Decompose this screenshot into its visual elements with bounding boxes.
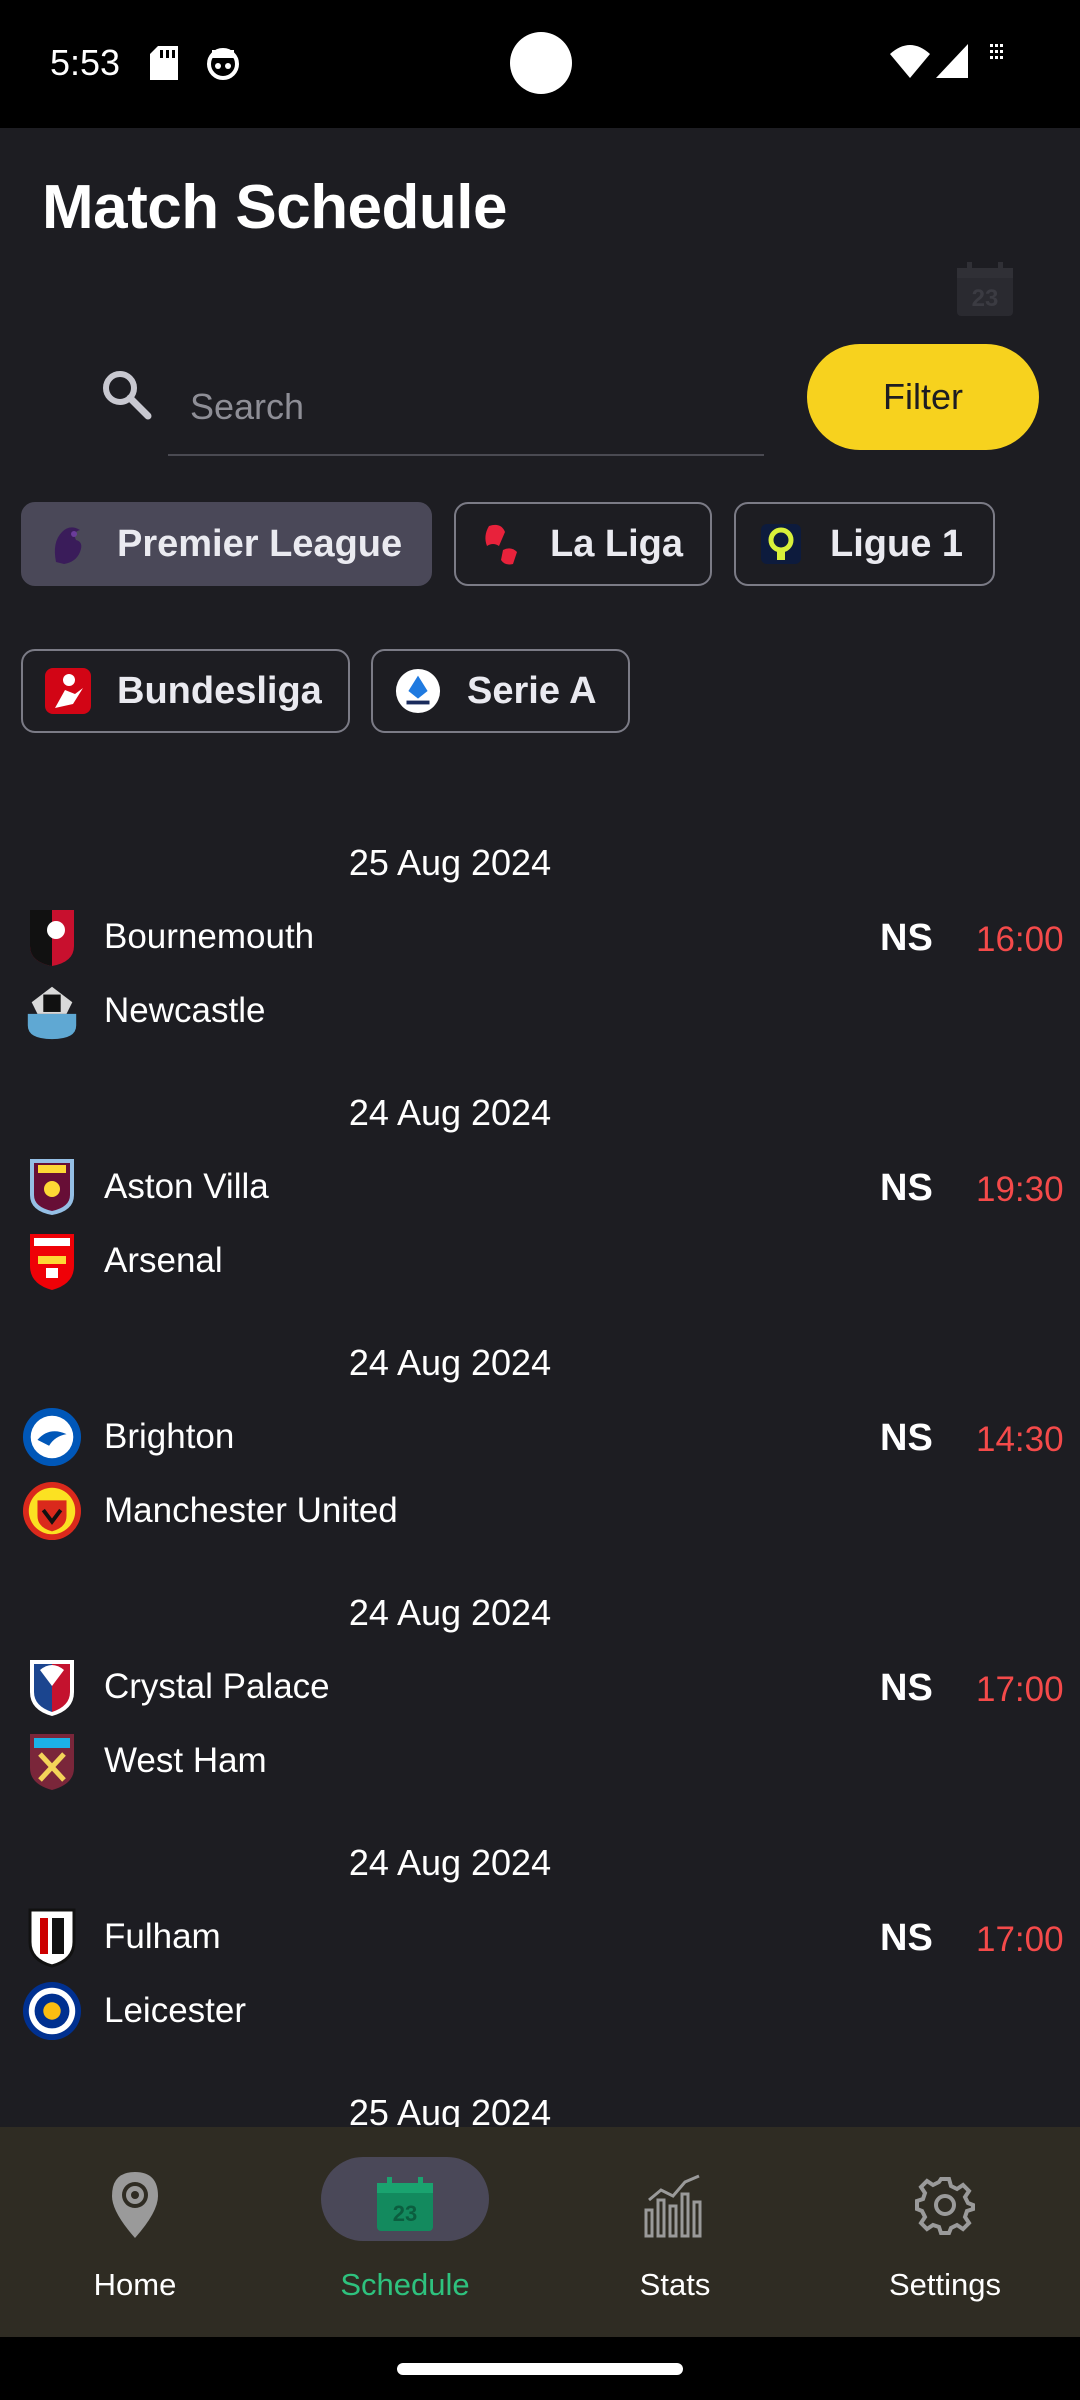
away-team-row: Leicester [22, 1978, 246, 2044]
match-date: 24 Aug 2024 [348, 1092, 552, 1133]
home-team-name: Fulham [104, 1917, 221, 1956]
match-status: NS [880, 1167, 933, 1209]
newcastle-crest-icon [22, 980, 82, 1042]
league-chip-label: Premier League [117, 522, 403, 565]
nav-stats-label: Stats [639, 2267, 711, 2302]
league-chip-premier-league[interactable]: Premier League [21, 502, 432, 586]
camera-cutout [510, 32, 572, 94]
gear-icon [900, 2167, 990, 2243]
home-team-row: Fulham [22, 1904, 221, 1970]
away-team-row: West Ham [22, 1728, 267, 1794]
nav-home[interactable]: Home [0, 2127, 270, 2337]
ligue-1-logo-icon [758, 521, 804, 567]
map-pin-football-icon [90, 2167, 180, 2243]
home-team-row: Aston Villa [22, 1154, 269, 1220]
cellular-signal-icon [936, 44, 968, 78]
bottom-navigation: Home 23 Schedule Stats Settings [0, 2127, 1080, 2337]
away-team-name: Leicester [104, 1991, 247, 2030]
status-time: 5:53 [50, 42, 121, 83]
aston-villa-crest-icon [22, 1156, 82, 1218]
match-card[interactable]: 24 Aug 2024 Fulham Leicester NS 17:00 [0, 1842, 1080, 2092]
nav-schedule-label: Schedule [340, 2267, 470, 2302]
nav-settings-label: Settings [888, 2267, 1001, 2302]
home-team-row: Crystal Palace [22, 1654, 330, 1720]
nav-stats[interactable]: Stats [540, 2127, 810, 2337]
league-chip-label: La Liga [550, 522, 684, 565]
stats-chart-icon [630, 2167, 720, 2243]
league-chip-label: Bundesliga [117, 669, 322, 712]
battery-icon [990, 44, 1003, 59]
match-status: NS [880, 1417, 933, 1459]
bundesliga-logo-icon [45, 668, 91, 714]
match-status: NS [880, 917, 933, 959]
match-date: 25 Aug 2024 [348, 842, 552, 883]
away-team-row: Manchester United [22, 1478, 398, 1544]
leicester-crest-icon [22, 1980, 82, 2042]
away-team-name: Manchester United [104, 1491, 398, 1530]
kickoff-time: 14:30 [976, 1420, 1064, 1459]
crystal-palace-crest-icon [22, 1656, 82, 1718]
android-face-icon [207, 48, 239, 80]
home-team-name: Bournemouth [104, 917, 315, 956]
fulham-crest-icon [22, 1906, 82, 1968]
match-status: NS [880, 1667, 933, 1709]
premier-league-logo-icon [45, 521, 91, 567]
wifi-icon [890, 45, 930, 78]
league-chip-la-liga[interactable]: La Liga [454, 502, 712, 586]
kickoff-time: 19:30 [976, 1170, 1064, 1209]
home-indicator[interactable] [397, 2363, 683, 2375]
match-card[interactable]: 25 Aug 2024 [0, 2092, 1080, 2133]
league-chip-bundesliga[interactable]: Bundesliga [21, 649, 350, 733]
kickoff-time: 16:00 [976, 920, 1064, 959]
away-team-name: West Ham [104, 1741, 267, 1780]
arsenal-crest-icon [22, 1230, 82, 1292]
home-team-name: Brighton [104, 1417, 235, 1456]
manchester-united-crest-icon [22, 1480, 82, 1542]
kickoff-time: 17:00 [976, 1920, 1064, 1959]
match-status: NS [880, 1917, 933, 1959]
match-card[interactable]: 25 Aug 2024 Bournemouth Newcastle NS 16:… [0, 842, 1080, 1092]
calendar-icon: 23 [360, 2167, 450, 2243]
away-team-row: Newcastle [22, 978, 265, 1044]
bournemouth-crest-icon [22, 906, 82, 968]
status-bar: 5:53 [0, 0, 1080, 128]
home-team-name: Aston Villa [104, 1167, 269, 1206]
calendar-day-text: 23 [972, 285, 999, 312]
league-chip-label: Ligue 1 [830, 522, 964, 565]
league-chip-ligue-1[interactable]: Ligue 1 [734, 502, 995, 586]
calendar-icon[interactable]: 23 [955, 262, 1015, 318]
match-date: 24 Aug 2024 [348, 1342, 552, 1383]
page-title: Match Schedule [42, 173, 508, 242]
kickoff-time: 17:00 [976, 1670, 1064, 1709]
match-date: 24 Aug 2024 [348, 1592, 552, 1633]
search-icon [103, 371, 152, 420]
match-card[interactable]: 24 Aug 2024 Aston Villa Arsenal NS 19:30 [0, 1092, 1080, 1342]
league-chip-serie-a[interactable]: Serie A [371, 649, 630, 733]
away-team-name: Arsenal [104, 1241, 223, 1280]
match-date: 24 Aug 2024 [348, 1842, 552, 1883]
nav-calendar-day-text: 23 [393, 2201, 417, 2226]
west-ham-crest-icon [22, 1730, 82, 1792]
away-team-name: Newcastle [104, 991, 266, 1030]
league-chip-label: Serie A [467, 669, 597, 712]
home-team-name: Crystal Palace [104, 1667, 330, 1706]
serie-a-logo-icon [395, 668, 441, 714]
nav-settings[interactable]: Settings [810, 2127, 1080, 2337]
match-card[interactable]: 24 Aug 2024 Brighton Manchester United N… [0, 1342, 1080, 1592]
nav-home-label: Home [93, 2267, 177, 2302]
brighton-crest-icon [22, 1406, 82, 1468]
search-input[interactable] [168, 360, 764, 456]
away-team-row: Arsenal [22, 1228, 223, 1294]
match-card[interactable]: 24 Aug 2024 Crystal Palace West Ham NS 1… [0, 1592, 1080, 1842]
filter-button[interactable]: Filter [807, 344, 1039, 450]
la-liga-logo-icon [478, 521, 524, 567]
home-team-row: Brighton [22, 1404, 234, 1470]
sd-card-icon [150, 46, 178, 80]
nav-schedule[interactable]: 23 Schedule [270, 2127, 540, 2337]
home-team-row: Bournemouth [22, 904, 314, 970]
